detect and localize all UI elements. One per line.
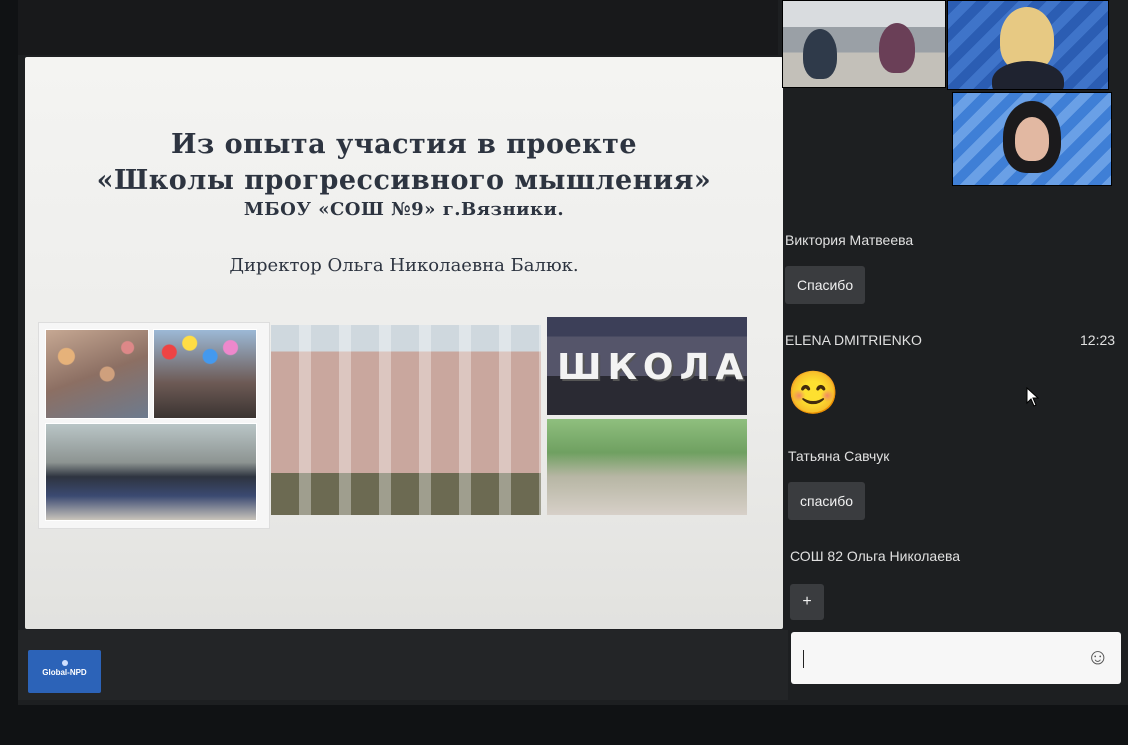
bottom-bar <box>18 630 788 700</box>
text-caret <box>803 650 804 668</box>
slide-title-line1: Из опыта участия в проекте <box>170 129 638 160</box>
slide-title-line2: «Школы прогрессивного мышления» <box>96 165 712 196</box>
chat-message: + <box>790 584 824 620</box>
slide-director: Директор Ольга Николаевна Балюк. <box>229 255 579 276</box>
chat-author: Татьяна Савчук <box>788 448 890 464</box>
logo-name: Global-NPD <box>42 668 87 677</box>
chat-author: ELENA DMITRIENKO <box>785 332 922 348</box>
participant-figure <box>879 23 915 73</box>
video-tile-speaker-1[interactable] <box>947 0 1109 90</box>
top-bar <box>18 0 778 55</box>
video-tile-speaker-2[interactable] <box>952 92 1112 186</box>
slide-school-name: МБОУ «СОШ №9» г.Вязники. <box>243 199 565 220</box>
chat-panel: Виктория Матвеева Спасибо ELENA DMITRIEN… <box>785 190 1125 630</box>
global-npd-logo: Global-NPD <box>28 650 101 693</box>
presentation-slide: Из опыта участия в проекте «Школы прогре… <box>25 57 783 629</box>
photo-school-letters: ШКОЛА <box>547 317 747 415</box>
video-tile-classroom[interactable] <box>782 0 946 88</box>
mouse-cursor-icon <box>1026 387 1040 407</box>
chat-author: СОШ 82 Ольга Николаева <box>790 548 961 564</box>
chat-timestamp: 12:23 <box>1080 332 1116 348</box>
photo-collage-left <box>38 322 270 529</box>
logo-icon <box>61 660 68 666</box>
photo-students <box>45 423 257 521</box>
smiling-face-emoji: 😊 <box>787 369 840 416</box>
participant-face <box>1015 117 1049 161</box>
photo-balloons <box>153 329 257 419</box>
photo-school-building <box>271 325 541 515</box>
participant-figure <box>803 29 837 79</box>
photo-school-word: ШКОЛА <box>557 347 747 388</box>
photo-crowd <box>45 329 149 419</box>
emoji-picker-icon[interactable]: ☺ <box>1087 644 1109 670</box>
chat-input[interactable]: ☺ <box>791 632 1121 684</box>
slide-title: Из опыта участия в проекте «Школы прогре… <box>25 127 783 199</box>
chat-author: Виктория Матвеева <box>785 232 914 248</box>
photo-school-ceremony <box>547 419 747 515</box>
chat-message: спасибо <box>788 482 865 520</box>
chat-message: Спасибо <box>785 266 866 304</box>
participant-body <box>992 61 1064 89</box>
